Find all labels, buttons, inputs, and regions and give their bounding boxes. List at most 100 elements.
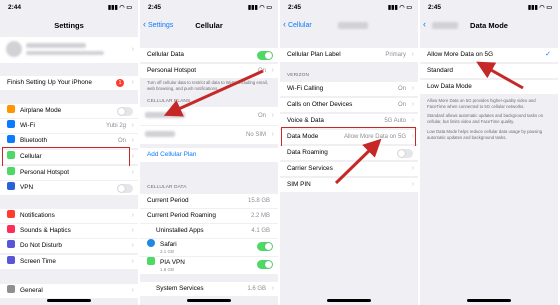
chevron-right-icon: › xyxy=(131,153,134,160)
airplane-mode-toggle[interactable] xyxy=(117,107,133,116)
chevron-right-icon: › xyxy=(131,212,134,219)
bluetooth-icon xyxy=(7,135,15,144)
row-value: 2.2 MB xyxy=(250,213,270,219)
plan-label-row[interactable]: Cellular Plan Label Primary › xyxy=(280,48,418,62)
cellular-data-toggle[interactable] xyxy=(257,51,273,60)
cellular-data-row[interactable]: Cellular Data xyxy=(140,48,278,62)
cellular-screen: 2:45 ▮▮▮ ◠ ▭ ‹ Settings Cellular Cellula… xyxy=(140,0,278,305)
data-roaming-toggle[interactable] xyxy=(397,149,413,158)
chevron-right-icon: › xyxy=(131,137,134,144)
settings-row-bluetooth[interactable]: Bluetooth On › xyxy=(0,134,138,148)
app-row-pia-vpn[interactable]: PIA VPN 1.8 GB xyxy=(140,257,278,274)
row-value: On xyxy=(397,86,406,92)
hourglass-icon xyxy=(7,256,15,265)
status-time: 2:44 xyxy=(8,4,22,11)
row-label: System Services xyxy=(156,285,204,292)
cellular-plans-header: CELLULAR PLANS xyxy=(147,99,191,104)
settings-row-wifi[interactable]: Wi-Fi Yubi 2g › xyxy=(0,119,138,133)
plan-name-redacted xyxy=(145,112,185,118)
row-label: Carrier Services xyxy=(287,165,333,172)
carrier-services-row[interactable]: Carrier Services › xyxy=(280,162,418,176)
row-label: Sounds & Haptics xyxy=(20,227,71,234)
plan-status-value: No SIM xyxy=(245,132,266,138)
cellular-plan-screen: 2:45 ▮▮▮ ◠ ▭ ‹ Cellular Cellular Plan La… xyxy=(280,0,418,305)
chevron-right-icon: › xyxy=(131,242,134,249)
chevron-right-icon: › xyxy=(411,101,414,108)
apple-id-row[interactable]: › xyxy=(0,37,138,63)
app-name: PIA VPN xyxy=(160,259,185,266)
plan-name-redacted xyxy=(145,131,175,137)
row-label: Wi-Fi xyxy=(20,122,35,129)
settings-row-notifications[interactable]: Notifications › xyxy=(0,209,138,223)
status-icons: ▮▮▮ ◠ ▭ xyxy=(247,5,272,11)
nav-bar: ‹ Cellular xyxy=(280,16,418,36)
gear-icon xyxy=(7,285,15,294)
notification-badge: 1 xyxy=(116,79,124,87)
settings-row-do-not-disturb[interactable]: Do Not Disturb › xyxy=(0,239,138,253)
row-label: Voice & Data xyxy=(287,117,324,124)
chevron-right-icon: › xyxy=(271,112,274,119)
row-label: Do Not Disturb xyxy=(20,242,62,249)
sim-pin-row[interactable]: SIM PIN › xyxy=(280,178,418,192)
chevron-right-icon: › xyxy=(131,287,134,294)
chevron-right-icon: › xyxy=(131,46,134,53)
chevron-right-icon: › xyxy=(131,122,134,129)
vpn-icon xyxy=(7,182,15,191)
chevron-right-icon: › xyxy=(411,117,414,124)
pia-vpn-data-toggle[interactable] xyxy=(257,260,273,269)
home-indicator xyxy=(47,299,91,302)
vpn-toggle[interactable] xyxy=(117,184,133,193)
status-time: 2:45 xyxy=(288,4,302,11)
chevron-right-icon: › xyxy=(411,181,414,188)
back-button[interactable]: ‹ Cellular xyxy=(283,20,312,30)
avatar xyxy=(6,41,22,57)
page-title: Settings xyxy=(54,21,84,30)
personal-hotspot-row[interactable]: Personal Hotspot On › xyxy=(140,64,278,78)
row-label: Cellular Data xyxy=(147,51,184,58)
option-low-data-mode[interactable]: Low Data Mode xyxy=(420,80,558,94)
row-label: Current Period Roaming xyxy=(147,212,216,219)
settings-row-airplane-mode[interactable]: Airplane Mode xyxy=(0,104,138,118)
option-label: Allow More Data on 5G xyxy=(427,51,494,58)
status-bar: 2:45 ▮▮▮ ◠ ▭ xyxy=(286,3,412,13)
settings-row-personal-hotspot[interactable]: Personal Hotspot › xyxy=(0,166,138,180)
app-row-safari[interactable]: Safari 3.1 GB xyxy=(140,239,278,256)
hotspot-note: Turn off cellular data to restrict all d… xyxy=(147,80,268,91)
chevron-right-icon: › xyxy=(131,79,134,86)
row-label: SIM PIN xyxy=(287,181,311,188)
settings-row-general[interactable]: General › xyxy=(0,284,138,298)
plan-status-value: On xyxy=(257,113,266,119)
system-services-row[interactable]: System Services 1.6 GB › xyxy=(140,282,278,296)
settings-row-vpn[interactable]: VPN xyxy=(0,181,138,195)
finish-setup-row[interactable]: Finish Setting Up Your iPhone 1 › xyxy=(0,76,138,90)
voice-data-row[interactable]: Voice & Data 5G Auto › xyxy=(280,114,418,128)
hotspot-icon xyxy=(7,167,15,176)
status-icons: ▮▮▮ ◠ ▭ xyxy=(527,5,552,11)
row-value: 5G Auto xyxy=(384,118,406,124)
home-indicator xyxy=(327,299,371,302)
cellular-plan-row-1[interactable]: On › xyxy=(140,107,278,125)
settings-row-sounds[interactable]: Sounds & Haptics › xyxy=(0,224,138,238)
row-label: Data Roaming xyxy=(287,149,328,156)
note-allow-more-data: Allow More Data on 5G provides higher-qu… xyxy=(427,98,536,109)
option-allow-more-data[interactable]: Allow More Data on 5G ✓ xyxy=(420,48,558,62)
back-label: Cellular xyxy=(287,22,312,29)
note-low-data-mode: Low Data Mode helps reduce cellular data… xyxy=(427,129,543,140)
chevron-right-icon: › xyxy=(131,227,134,234)
row-label: Screen Time xyxy=(20,258,56,265)
add-cellular-plan-link[interactable]: Add Cellular Plan xyxy=(140,148,278,162)
settings-row-screen-time[interactable]: Screen Time › xyxy=(0,255,138,269)
data-roaming-row[interactable]: Data Roaming xyxy=(280,146,418,160)
option-standard[interactable]: Standard xyxy=(420,64,558,78)
status-bar: 2:45 ▮▮▮ ◠ ▭ xyxy=(146,3,272,13)
chevron-right-icon: › xyxy=(131,169,134,176)
home-indicator xyxy=(187,299,231,302)
cellular-plan-row-2[interactable]: No SIM › xyxy=(140,126,278,144)
data-row-uninstalled-apps: Uninstalled Apps 4.1 GB xyxy=(140,224,278,238)
moon-icon xyxy=(7,240,15,249)
option-label: Standard xyxy=(427,67,453,74)
calls-other-devices-row[interactable]: Calls on Other Devices On › xyxy=(280,98,418,112)
safari-data-toggle[interactable] xyxy=(257,242,273,251)
wifi-calling-row[interactable]: Wi-Fi Calling On › xyxy=(280,82,418,96)
safari-icon xyxy=(147,239,155,248)
